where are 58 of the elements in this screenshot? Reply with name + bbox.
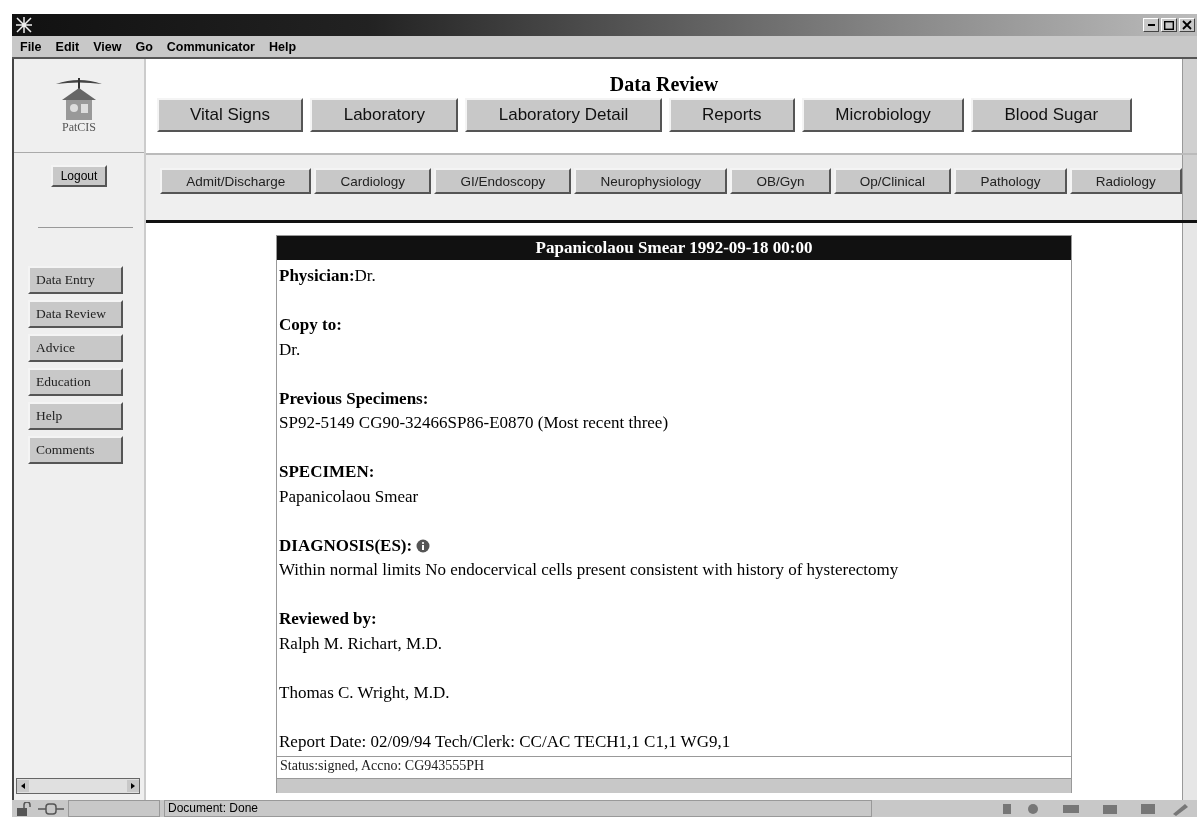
maximize-icon [1164, 20, 1174, 30]
sidebar-button[interactable]: Help [28, 402, 123, 430]
sidebar-button[interactable]: Education [28, 368, 123, 396]
sidebar-button[interactable]: Advice [28, 334, 123, 362]
report-type-tab[interactable]: Op/Clinical [833, 168, 952, 194]
field-value: Within normal limits No endocervical cells present consistent with history of hysterectomy [279, 559, 900, 581]
field-value: Papanicolaou Smear [279, 485, 420, 508]
field-label: DIAGNOSIS(ES): [279, 534, 413, 557]
nav-tab[interactable]: Reports [668, 98, 795, 132]
minimize-button[interactable] [1143, 18, 1159, 32]
app-icon [16, 17, 32, 33]
report-field: Physician:Dr. [279, 264, 1069, 289]
menu-item[interactable]: Edit [55, 39, 80, 54]
sidebar-button[interactable]: Comments [28, 436, 123, 464]
report-status: Status:signed, Accno: CG943555PH [277, 756, 1071, 779]
nav-tab[interactable]: Blood Sugar [971, 98, 1132, 132]
report-title: Papanicolaou Smear 1992-09-18 00:00 [277, 236, 1071, 260]
menu-item[interactable]: Help [269, 39, 297, 54]
plug-icon [38, 801, 64, 816]
field-label: Previous Specimens: [279, 387, 429, 410]
report-type-tab[interactable]: OB/Gyn [730, 168, 831, 194]
close-icon [1182, 20, 1192, 30]
maximize-button[interactable] [1161, 18, 1177, 32]
report-text: Thomas C. Wright, M.D. [279, 681, 451, 704]
nav-tab[interactable]: Microbiology [801, 98, 965, 132]
report-type-tab[interactable]: GI/Endoscopy [434, 168, 572, 194]
field-value: SP92-5149 CG90-32466SP86-E0870 (Most recent three) [279, 412, 670, 434]
scroll-left-icon[interactable] [17, 780, 29, 792]
report-type-tab[interactable]: Neurophysiology [574, 168, 728, 194]
field-label: Reviewed by: [279, 608, 377, 630]
minimize-icon [1147, 24, 1155, 26]
logo: PatCIS [50, 72, 108, 139]
menu-item[interactable]: Go [135, 39, 153, 54]
menu-item[interactable]: View [93, 39, 122, 54]
status-text: Document: Done [164, 800, 872, 817]
report-text: Report Date: 02/09/94 Tech/Clerk: CC/AC TECH1,1 C1,1 WG9,1 [279, 730, 732, 753]
report-type-tab[interactable]: Cardiology [314, 168, 432, 194]
horizontal-scrollbar[interactable] [16, 778, 140, 794]
report-type-tab[interactable]: Admit/Discharge [160, 168, 312, 194]
report-type-tab[interactable]: Pathology [954, 168, 1067, 194]
logout-button[interactable]: Logout [50, 165, 108, 187]
menu-item[interactable]: Communicator [166, 39, 255, 54]
page-title: Data Review [609, 72, 719, 96]
sidebar-button[interactable]: Data Entry [28, 266, 123, 294]
report-type-tab[interactable]: Radiology [1069, 168, 1182, 194]
sidebar-button[interactable]: Data Review [28, 300, 123, 328]
nav-tab[interactable]: Laboratory [310, 98, 459, 132]
field-value: Dr. [279, 338, 302, 361]
info-icon[interactable] [416, 538, 431, 553]
lock-icon [16, 801, 34, 816]
close-button[interactable] [1179, 18, 1195, 32]
scroll-right-icon[interactable] [127, 780, 139, 792]
nav-tab[interactable]: Vital Signs [156, 98, 304, 132]
field-label: Copy to: [279, 314, 342, 336]
menu-item[interactable]: File [20, 39, 42, 54]
nav-tab[interactable]: Laboratory Detail [465, 98, 662, 132]
field-value: Ralph M. Richart, M.D. [279, 632, 443, 655]
field-label: SPECIMEN: [279, 461, 375, 483]
